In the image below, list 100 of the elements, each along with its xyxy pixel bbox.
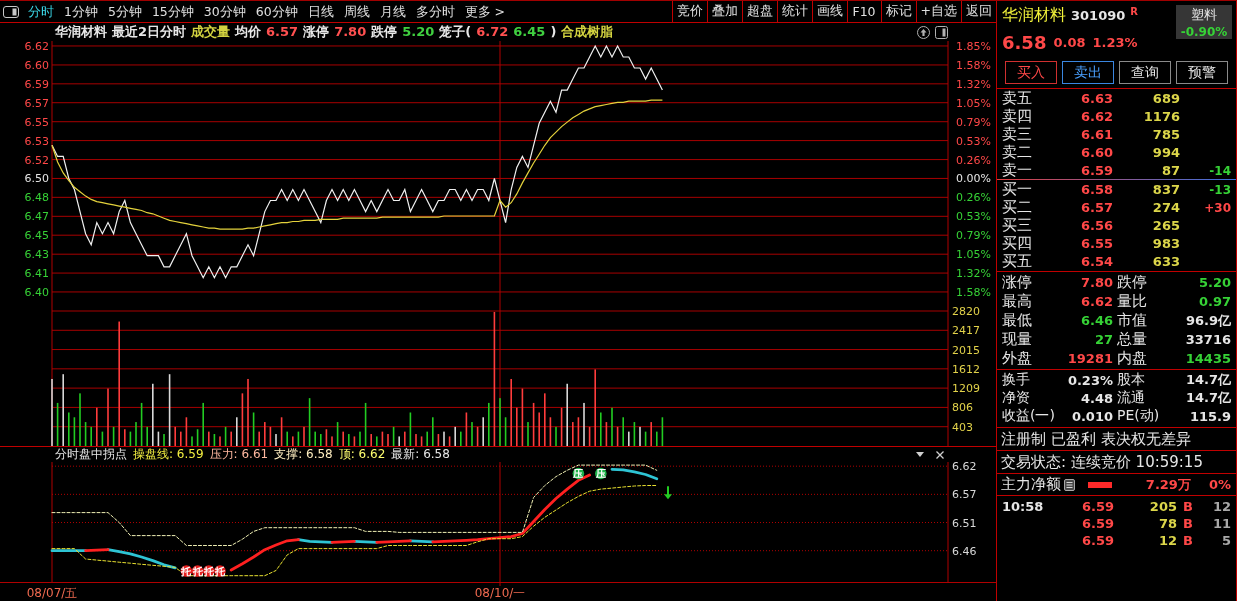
trade-side: B [1182, 516, 1194, 531]
volume-axis-label: 2015 [952, 343, 980, 357]
order-volume: 983 [1151, 236, 1180, 251]
indicator-legend-item: 操盘线: 6.59 [133, 446, 204, 463]
trade-side: B [1182, 533, 1194, 548]
header-label: 均价 [235, 24, 262, 40]
order-level-label: 买五 [1002, 252, 1033, 271]
stat-label: 收益(一) [1002, 407, 1054, 425]
stat-label: 最低 [1002, 311, 1033, 330]
header-label: 6.72 [476, 24, 509, 40]
price-axis-label: 6.45 [24, 229, 49, 243]
stat-label: 跌停 [1116, 273, 1148, 292]
volume-axis-label: 403 [952, 420, 973, 434]
sector-name: 塑料 [1191, 5, 1217, 24]
order-price: 6.59 [1079, 163, 1113, 178]
stat-label: PE(动) [1116, 407, 1161, 425]
order-volume: 785 [1151, 127, 1180, 142]
percent-axis-label: 0.00% [956, 172, 991, 186]
indicator-axis-label: 6.51 [952, 516, 977, 530]
order-price: 6.61 [1079, 127, 1113, 142]
volume-axis-label: 2820 [952, 305, 980, 318]
volume-axis-label: 2417 [952, 324, 980, 338]
stat-label: 换手 [1002, 371, 1031, 389]
indicator-legend-item: 顶: 6.62 [338, 446, 386, 463]
change-percent: 1.23% [1092, 34, 1138, 50]
order-volume: 689 [1151, 91, 1180, 106]
signal-marker: 托 [191, 565, 204, 577]
header-label: 华润材料 [55, 24, 107, 40]
order-level-label: 买三 [1002, 216, 1033, 235]
percent-axis-label: 1.32% [956, 77, 991, 91]
stat-label: 最高 [1002, 292, 1033, 311]
header-label: 最近2日分时 [112, 24, 187, 40]
price-axis-label: 6.53 [24, 134, 49, 148]
order-volume: 265 [1151, 218, 1180, 233]
trade-count: 11 [1211, 516, 1231, 531]
signal-marker: 托 [180, 565, 193, 577]
header-label: 7.80 [334, 24, 367, 40]
header-label: 涨停 [303, 24, 330, 40]
stat-value: 0.010 [1070, 408, 1113, 424]
percent-axis-label: 1.58% [956, 58, 991, 72]
stat-value: 7.80 [1079, 275, 1113, 290]
price-axis-label: 6.52 [24, 153, 49, 167]
price-axis-label: 6.47 [24, 210, 49, 224]
stat-label: 量比 [1116, 292, 1148, 311]
header-label: 6.57 [266, 24, 299, 40]
price-axis-label: 6.43 [24, 248, 49, 262]
percent-axis-label: 0.26% [956, 191, 991, 205]
percent-axis-label: 0.53% [956, 134, 991, 148]
volume-axis-label: 1209 [952, 382, 980, 396]
order-price: 6.56 [1079, 218, 1113, 233]
price-axis-label: 6.48 [24, 191, 49, 205]
stat-value: 14.7亿 [1184, 371, 1231, 389]
stat-value: 4.48 [1079, 390, 1113, 406]
stat-value: 96.9亿 [1184, 311, 1231, 330]
price-axis-label: 6.55 [24, 115, 49, 129]
header-label: 笼子( [439, 24, 472, 40]
indicator-legend-item: 最新: 6.58 [391, 446, 450, 463]
stat-value: 6.46 [1079, 313, 1113, 328]
header-label: 成交量 [191, 24, 231, 40]
order-volume: 837 [1151, 182, 1180, 197]
order-price: 6.63 [1079, 91, 1113, 106]
signal-marker: 托 [214, 565, 226, 577]
order-level-label: 买二 [1002, 198, 1033, 217]
date-axis-label: 08/07/五 [26, 586, 78, 600]
order-level-label: 卖三 [1002, 125, 1033, 144]
order-level-label: 卖五 [1002, 89, 1033, 108]
indicator-legend-item: 支撑: 6.58 [274, 446, 333, 463]
percent-axis-label: 1.05% [956, 96, 991, 110]
signal-marker: 压 [595, 467, 607, 480]
order-volume: 994 [1151, 145, 1180, 160]
info-line: 交易状态: 连续竞价 10:59:15 [997, 451, 1236, 474]
stat-value: 6.62 [1079, 294, 1113, 309]
order-level-label: 卖四 [1002, 107, 1033, 126]
trade-price: 6.59 [1080, 533, 1114, 548]
volume-axis-label: 806 [952, 401, 973, 415]
header-label: ) [550, 24, 557, 40]
order-volume: 87 [1160, 163, 1180, 178]
order-volume: 633 [1151, 254, 1180, 269]
stat-value: 0.97 [1197, 294, 1231, 309]
header-label: 跌停 [371, 24, 398, 40]
stat-label: 市值 [1116, 311, 1148, 330]
order-price: 6.54 [1079, 254, 1113, 269]
stock-code: 301090 [1071, 7, 1126, 23]
order-level-label: 卖二 [1002, 143, 1033, 162]
order-change: -13 [1209, 182, 1231, 197]
net-flow-share: 0% [1208, 477, 1231, 492]
price-change: 0.08 [1053, 34, 1086, 50]
volume-axis-label: 1612 [952, 362, 980, 376]
order-level-label: 卖一 [1002, 161, 1033, 180]
stat-label: 股本 [1116, 371, 1146, 389]
price-axis-label: 6.62 [24, 41, 49, 53]
signal-marker: 托 [203, 565, 215, 577]
order-volume: 1176 [1142, 109, 1180, 124]
trade-volume: 205 [1148, 499, 1177, 514]
order-price: 6.58 [1079, 182, 1113, 197]
stat-value: 5.20 [1197, 275, 1231, 290]
stat-label: 现量 [1002, 330, 1033, 349]
stock-name: 华润材料 [1002, 4, 1066, 26]
order-level-label: 买一 [1002, 180, 1033, 199]
order-volume: 274 [1151, 200, 1180, 215]
